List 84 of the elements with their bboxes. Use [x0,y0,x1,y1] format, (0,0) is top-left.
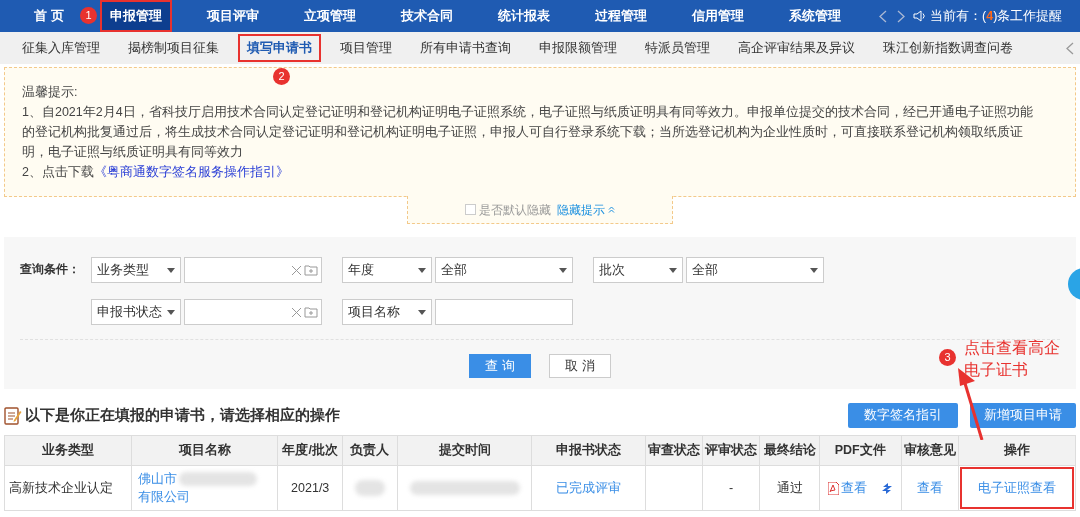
caret-icon [167,267,175,273]
view-pdf-link[interactable]: 查看 [840,478,867,498]
status-link[interactable]: 已完成评审 [556,480,622,495]
chevron-left-icon[interactable] [1066,41,1074,55]
cancel-button[interactable]: 取 消 [549,354,611,378]
list-heading: 以下是你正在填报的申请书，请选择相应的操作 [25,405,340,426]
chevron-left-icon[interactable] [879,9,887,23]
refresh-icon[interactable] [880,481,893,495]
caret-icon [418,267,426,273]
speaker-icon [913,10,927,22]
notice-title: 温馨提示: [22,84,79,101]
sub-nav-tab[interactable]: 特派员管理 [636,34,719,62]
folder-plus-icon[interactable] [304,264,318,276]
checkbox[interactable] [465,204,476,215]
dropdown[interactable]: 年度 [342,257,432,283]
sub-nav-tab[interactable]: 珠江创新指数调查问卷 [874,34,1022,62]
chevron-right-icon[interactable] [897,9,905,23]
project-link[interactable]: 有限公司 [137,490,190,504]
caret-icon [810,267,818,273]
nav-tab[interactable]: 统计报表 [488,0,560,32]
column-header: 申报书状态 [532,435,646,466]
nav-tab[interactable]: 项目评审 [197,0,269,32]
nav-tab[interactable]: 技术合同 [391,0,463,32]
sub-nav-tab[interactable]: 填写申请书 [238,34,321,62]
column-header: 最终结论 [759,435,820,466]
clear-icon[interactable] [291,306,302,318]
column-header: 负责人 [342,435,398,466]
picker-field[interactable] [184,257,322,283]
nav-tab[interactable]: 申报管理 [100,0,172,32]
chevron-up-icon[interactable] [608,206,615,213]
notice-text: 2、点击下载《粤商通数字签名服务操作指引》 [22,164,290,181]
view-opinion-link[interactable]: 查看 [916,480,943,495]
project-link[interactable]: 佛山市 [137,470,177,488]
query-label: 查询条件： [20,261,81,278]
dropdown[interactable]: 全部 [435,257,573,283]
picker-field[interactable] [184,299,322,325]
hide-tip-link[interactable]: 隐藏提示 [557,200,605,219]
table-cell: 高新技术企业认定 [4,465,132,511]
sub-nav-tab[interactable]: 所有申请书查询 [411,34,520,62]
column-header: 审查状态 [645,435,703,466]
nav-tab[interactable]: 立项管理 [294,0,366,32]
column-header: 操作 [958,435,1076,466]
column-header: 提交时间 [397,435,532,466]
action-button[interactable]: 新增项目申请 [970,403,1076,428]
column-header: 项目名称 [131,435,278,466]
column-header: 审核意见 [901,435,959,466]
table-cell: - [702,465,760,511]
folder-plus-icon[interactable] [304,306,318,318]
dropdown[interactable]: 申报书状态 [91,299,181,325]
action-button[interactable]: 数字签名指引 [848,403,958,428]
table-cell: 2021/3 [277,465,343,511]
caret-icon [669,267,677,273]
column-header: 业务类型 [4,435,132,466]
step-badge: 1 [80,7,97,24]
dropdown[interactable]: 批次 [593,257,683,283]
nav-tab[interactable]: 系统管理 [779,0,851,32]
notice-text: 1、自2021年2月4日，省科技厅启用技术合同认定登记证明和登记机构证明电子证照系统，电子证照与纸质证明具有同等效力。申报单位提交的技术合同，经已开通电子证照功能的登记机构批复通过后，将生成技术合同认定登记证明和登记机构证明电子证照，申报人可自行登录系统下载；当所选登记机构为企业性质时，可直接联系登记机构领取纸质证明，电子证照与纸质证明具有同等效力 [22,104,1034,161]
sub-nav-tab[interactable]: 申报限额管理 [530,34,626,62]
column-header: 评审状态 [702,435,760,466]
column-header: PDF文件 [819,435,901,466]
dropdown[interactable]: 项目名称 [342,299,432,325]
dropdown[interactable]: 全部 [686,257,824,283]
reminder-text[interactable]: 当前有：(4)条工作提醒 [930,6,1063,26]
input-field[interactable] [435,299,573,325]
nav-tab[interactable]: 过程管理 [585,0,657,32]
dropdown[interactable]: 业务类型 [91,257,181,283]
column-header: 年度/批次 [277,435,343,466]
caret-icon [418,309,426,315]
pdf-icon [827,481,839,495]
sub-nav-tab[interactable]: 揭榜制项目征集 [119,34,228,62]
checkbox-label: 是否默认隐藏 [479,201,551,219]
guide-link[interactable]: 《粤商通数字签名服务操作指引》 [93,165,289,179]
search-button[interactable]: 查 询 [469,354,531,378]
sub-nav-tab[interactable]: 征集入库管理 [13,34,109,62]
clear-icon[interactable] [291,264,302,276]
annotation-text: 点击查看高企 电子证书 [964,338,1060,380]
sub-nav-tab[interactable]: 项目管理 [331,34,401,62]
notepad-icon [4,406,22,425]
caret-icon [167,309,175,315]
sub-nav-tab[interactable]: 高企评审结果及异议 [729,34,864,62]
nav-tab[interactable]: 信用管理 [682,0,754,32]
caret-icon [559,267,567,273]
table-cell: 通过 [759,465,820,511]
redacted-blur [354,480,385,496]
